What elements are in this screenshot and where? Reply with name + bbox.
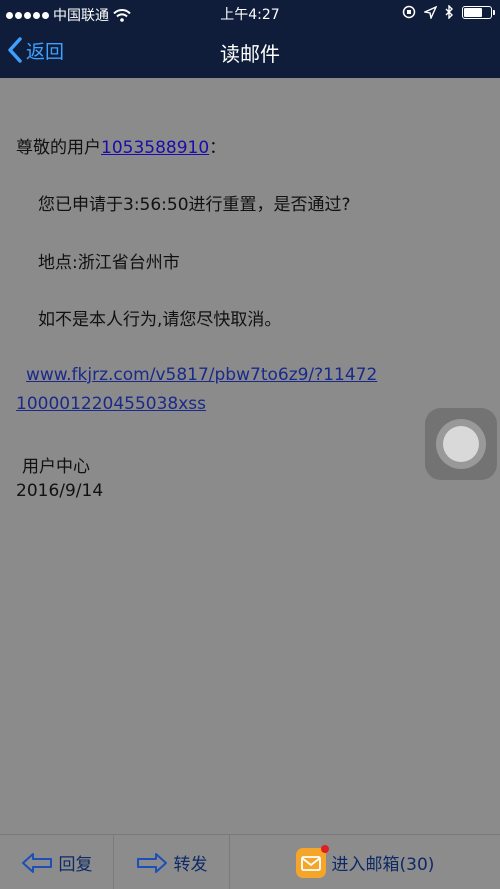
status-bar: 中国联通 上午4:27 xyxy=(0,0,500,26)
url-link[interactable]: www.fkjrz.com/v5817/pbw7to6z9/?11472 xyxy=(26,365,377,385)
status-icons xyxy=(402,5,495,19)
url-link-continued[interactable]: 100001220455038xss xyxy=(16,394,206,414)
inbox-button[interactable]: 进入邮箱(30) xyxy=(230,835,500,889)
assistive-touch-center xyxy=(443,426,479,462)
bluetooth-icon xyxy=(445,5,453,19)
greeting-prefix: 尊敬的用户 xyxy=(16,138,101,158)
signature: 用户中心 xyxy=(22,457,90,477)
user-id-link[interactable]: 1053588910 xyxy=(101,138,209,158)
location-icon xyxy=(424,5,437,19)
reply-button[interactable]: 回复 xyxy=(0,835,113,889)
navigation-bar: 返回 读邮件 xyxy=(0,26,500,78)
bottom-toolbar: 回复 转发 进入邮箱(30) xyxy=(0,834,500,889)
unread-badge xyxy=(320,844,329,853)
forward-label: 转发 xyxy=(173,855,208,875)
mail-icon xyxy=(295,844,329,878)
page-title: 读邮件 xyxy=(220,42,280,66)
location-line: 地点:浙江省台州市 xyxy=(38,253,180,273)
reply-arrow-icon xyxy=(21,852,52,873)
email-date: 2016/9/14 xyxy=(16,481,104,501)
greeting-line: 尊敬的用户1053588910： xyxy=(16,133,226,158)
greeting-suffix: ： xyxy=(209,138,227,158)
reset-request-line: 您已申请于3:56:50进行重置，是否通过? xyxy=(38,195,351,215)
assistive-touch-button[interactable] xyxy=(425,408,497,480)
reply-label: 回复 xyxy=(58,855,93,875)
cancel-notice-line: 如不是本人行为,请您尽快取消。 xyxy=(38,310,282,330)
forward-button[interactable]: 转发 xyxy=(114,835,229,889)
rotation-lock-icon xyxy=(402,5,416,19)
inbox-label: 进入邮箱(30) xyxy=(331,855,435,875)
forward-arrow-icon xyxy=(136,852,167,873)
battery-icon xyxy=(462,5,495,19)
